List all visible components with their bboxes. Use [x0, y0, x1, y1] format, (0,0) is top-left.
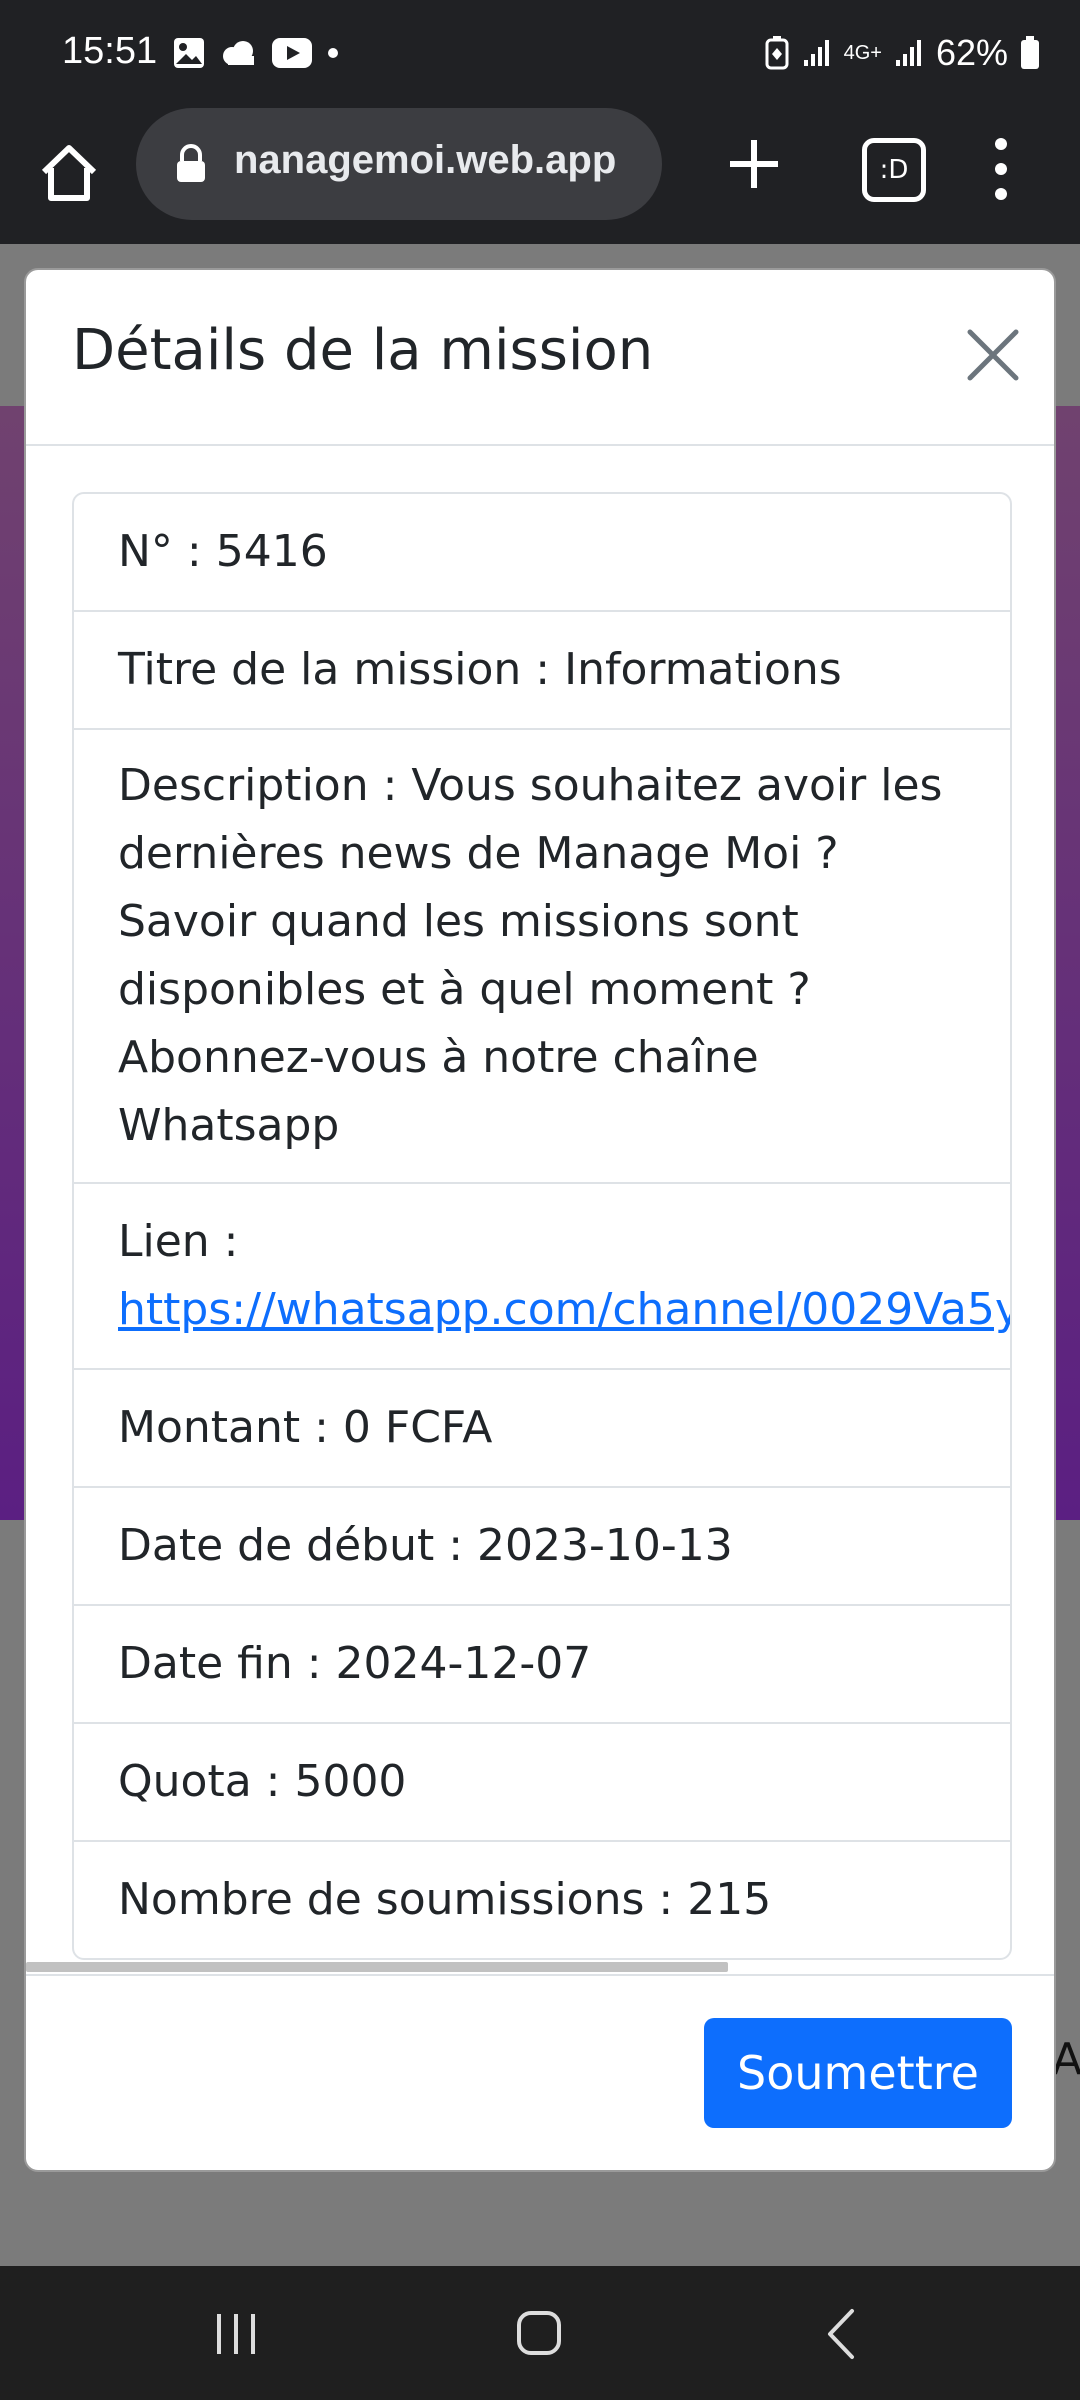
dot-icon	[328, 48, 338, 58]
new-tab-icon[interactable]	[726, 136, 782, 192]
tabs-label: :D	[879, 155, 909, 185]
url-bar[interactable]: nanagemoi.web.app	[136, 108, 662, 220]
home-nav-icon[interactable]	[516, 2310, 562, 2356]
gallery-icon	[174, 38, 204, 68]
signal-icon	[803, 40, 829, 66]
detail-description: Description : Vous souhaitez avoir les d…	[74, 730, 1010, 1184]
mission-details-list: N° : 5416 Titre de la mission : Informat…	[72, 492, 1012, 1960]
network-type: 4G+	[843, 42, 882, 64]
signal-icon	[895, 40, 921, 66]
system-nav-bar	[0, 2266, 1080, 2400]
modal-title: Détails de la mission	[72, 318, 654, 383]
status-bar: 15:51 4G+ 62%	[0, 0, 1080, 112]
horizontal-scrollbar[interactable]	[26, 1962, 728, 1972]
battery-saver-icon	[765, 36, 789, 70]
battery-percent: 62%	[935, 32, 1008, 73]
modal-footer: Soumettre	[26, 1974, 1054, 2170]
lock-icon	[177, 144, 205, 182]
submit-button[interactable]: Soumettre	[704, 2018, 1012, 2128]
detail-link-label: Lien :	[118, 1216, 239, 1267]
detail-amount: Montant : 0 FCFA	[74, 1370, 1010, 1488]
tabs-icon[interactable]: :D	[862, 138, 926, 202]
home-icon[interactable]	[34, 138, 104, 208]
detail-end-date: Date fin : 2024-12-07	[74, 1606, 1010, 1724]
background-partial-text: Ap	[1052, 2034, 1080, 2085]
status-time: 15:51	[62, 30, 158, 72]
detail-quota: Quota : 5000	[74, 1724, 1010, 1842]
detail-submissions: Nombre de soumissions : 215	[118, 1874, 772, 1925]
more-menu-icon[interactable]	[986, 134, 1016, 204]
detail-title: Titre de la mission : Informations	[74, 612, 1010, 730]
recents-icon[interactable]	[214, 2312, 258, 2356]
detail-link-row: Lien : https://whatsapp.com/channel/0029…	[74, 1184, 1010, 1370]
modal-header: Détails de la mission	[26, 270, 1054, 446]
youtube-icon	[272, 38, 312, 68]
close-icon[interactable]	[964, 326, 1022, 384]
detail-number: N° : 5416	[74, 494, 1010, 612]
mission-details-modal: Détails de la mission N° : 5416 Titre de…	[24, 268, 1056, 2172]
battery-icon	[1021, 36, 1039, 69]
detail-start-date: Date de début : 2023-10-13	[74, 1488, 1010, 1606]
notification-icons	[172, 36, 340, 70]
url-text: nanagemoi.web.app	[234, 138, 617, 182]
whatsapp-channel-link[interactable]: https://whatsapp.com/channel/0029Va5y	[118, 1276, 1010, 1344]
back-icon[interactable]	[826, 2308, 856, 2360]
cloud-icon	[223, 41, 254, 65]
status-right: 4G+ 62%	[764, 32, 1040, 74]
